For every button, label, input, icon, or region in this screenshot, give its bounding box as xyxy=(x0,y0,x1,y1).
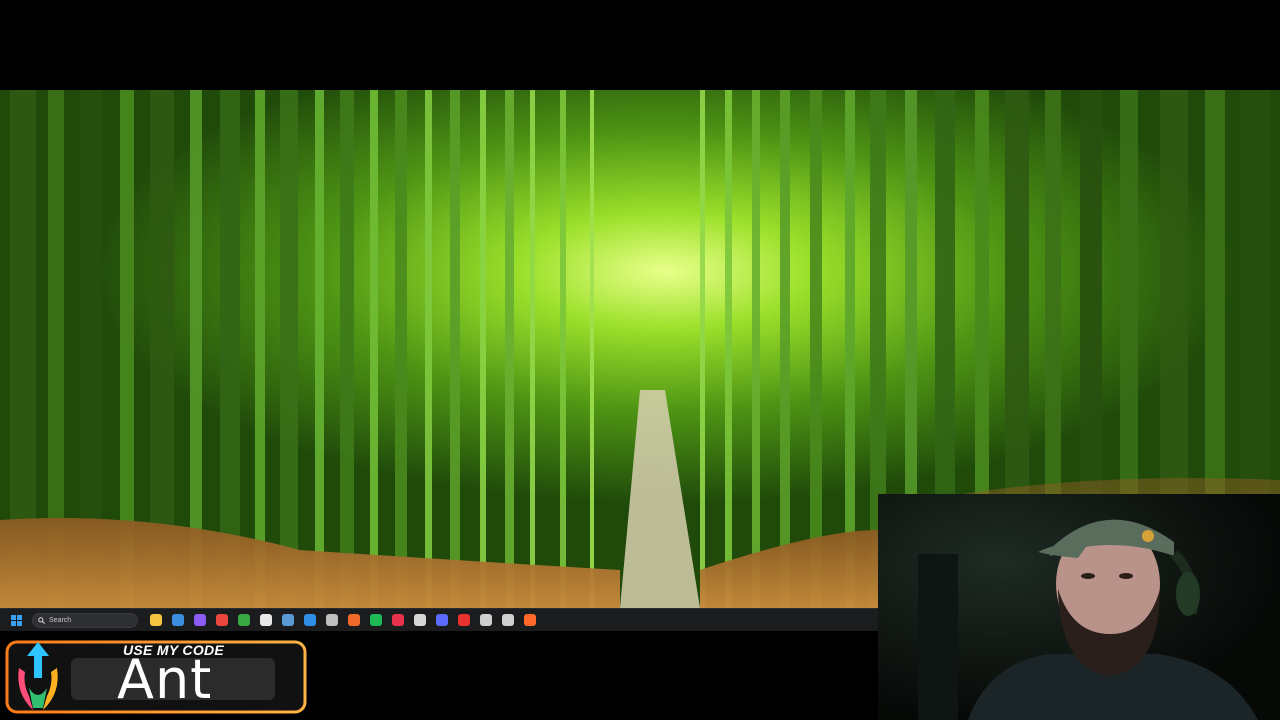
creator-logo-icon xyxy=(18,642,58,710)
search-label: Search xyxy=(49,616,72,624)
origin-taskbar-button[interactable] xyxy=(344,610,364,630)
spotify-taskbar-button[interactable] xyxy=(366,610,386,630)
streamer-webcam-image xyxy=(878,494,1280,720)
photos-icon xyxy=(172,614,184,626)
orange-app-taskbar-button[interactable] xyxy=(520,610,540,630)
creator-code-banner: USE MY CODE Ant xyxy=(5,638,307,714)
origin-icon xyxy=(348,614,360,626)
tiktok-taskbar-button[interactable] xyxy=(388,610,408,630)
spotify-icon xyxy=(370,614,382,626)
github-icon xyxy=(414,614,426,626)
obs-taskbar-button[interactable] xyxy=(322,610,342,630)
search-icon xyxy=(38,616,45,624)
obs-icon xyxy=(326,614,338,626)
file-explorer-taskbar-button[interactable] xyxy=(146,610,166,630)
settings-alt-taskbar-button[interactable] xyxy=(498,610,518,630)
settings-alt-icon xyxy=(502,614,514,626)
streamdeck-taskbar-button[interactable] xyxy=(432,610,452,630)
red-app-taskbar-button[interactable] xyxy=(454,610,474,630)
taskbar: Search xyxy=(0,608,878,631)
creator-code: Ant xyxy=(117,648,213,711)
taskbar-pinned-apps xyxy=(146,610,542,630)
xbox-icon xyxy=(238,614,250,626)
orange-app-icon xyxy=(524,614,536,626)
battlenet-taskbar-button[interactable] xyxy=(300,610,320,630)
streamdeck-icon xyxy=(436,614,448,626)
chrome-taskbar-button[interactable] xyxy=(212,610,232,630)
steam-taskbar-button[interactable] xyxy=(278,610,298,630)
photos-taskbar-button[interactable] xyxy=(168,610,188,630)
messenger-taskbar-button[interactable] xyxy=(190,610,210,630)
xbox-taskbar-button[interactable] xyxy=(234,610,254,630)
windows-logo-icon xyxy=(10,614,22,626)
chrome-icon xyxy=(216,614,228,626)
epic-games-taskbar-button[interactable] xyxy=(256,610,276,630)
battlenet-icon xyxy=(304,614,316,626)
tiktok-icon xyxy=(392,614,404,626)
settings-icon xyxy=(480,614,492,626)
red-app-icon xyxy=(458,614,470,626)
taskbar-search-box[interactable]: Search xyxy=(32,612,138,628)
steam-icon xyxy=(282,614,294,626)
file-explorer-icon xyxy=(150,614,162,626)
start-button[interactable] xyxy=(6,610,26,630)
messenger-icon xyxy=(194,614,206,626)
settings-taskbar-button[interactable] xyxy=(476,610,496,630)
epic-games-icon xyxy=(260,614,272,626)
webcam-feed xyxy=(878,494,1280,720)
github-taskbar-button[interactable] xyxy=(410,610,430,630)
